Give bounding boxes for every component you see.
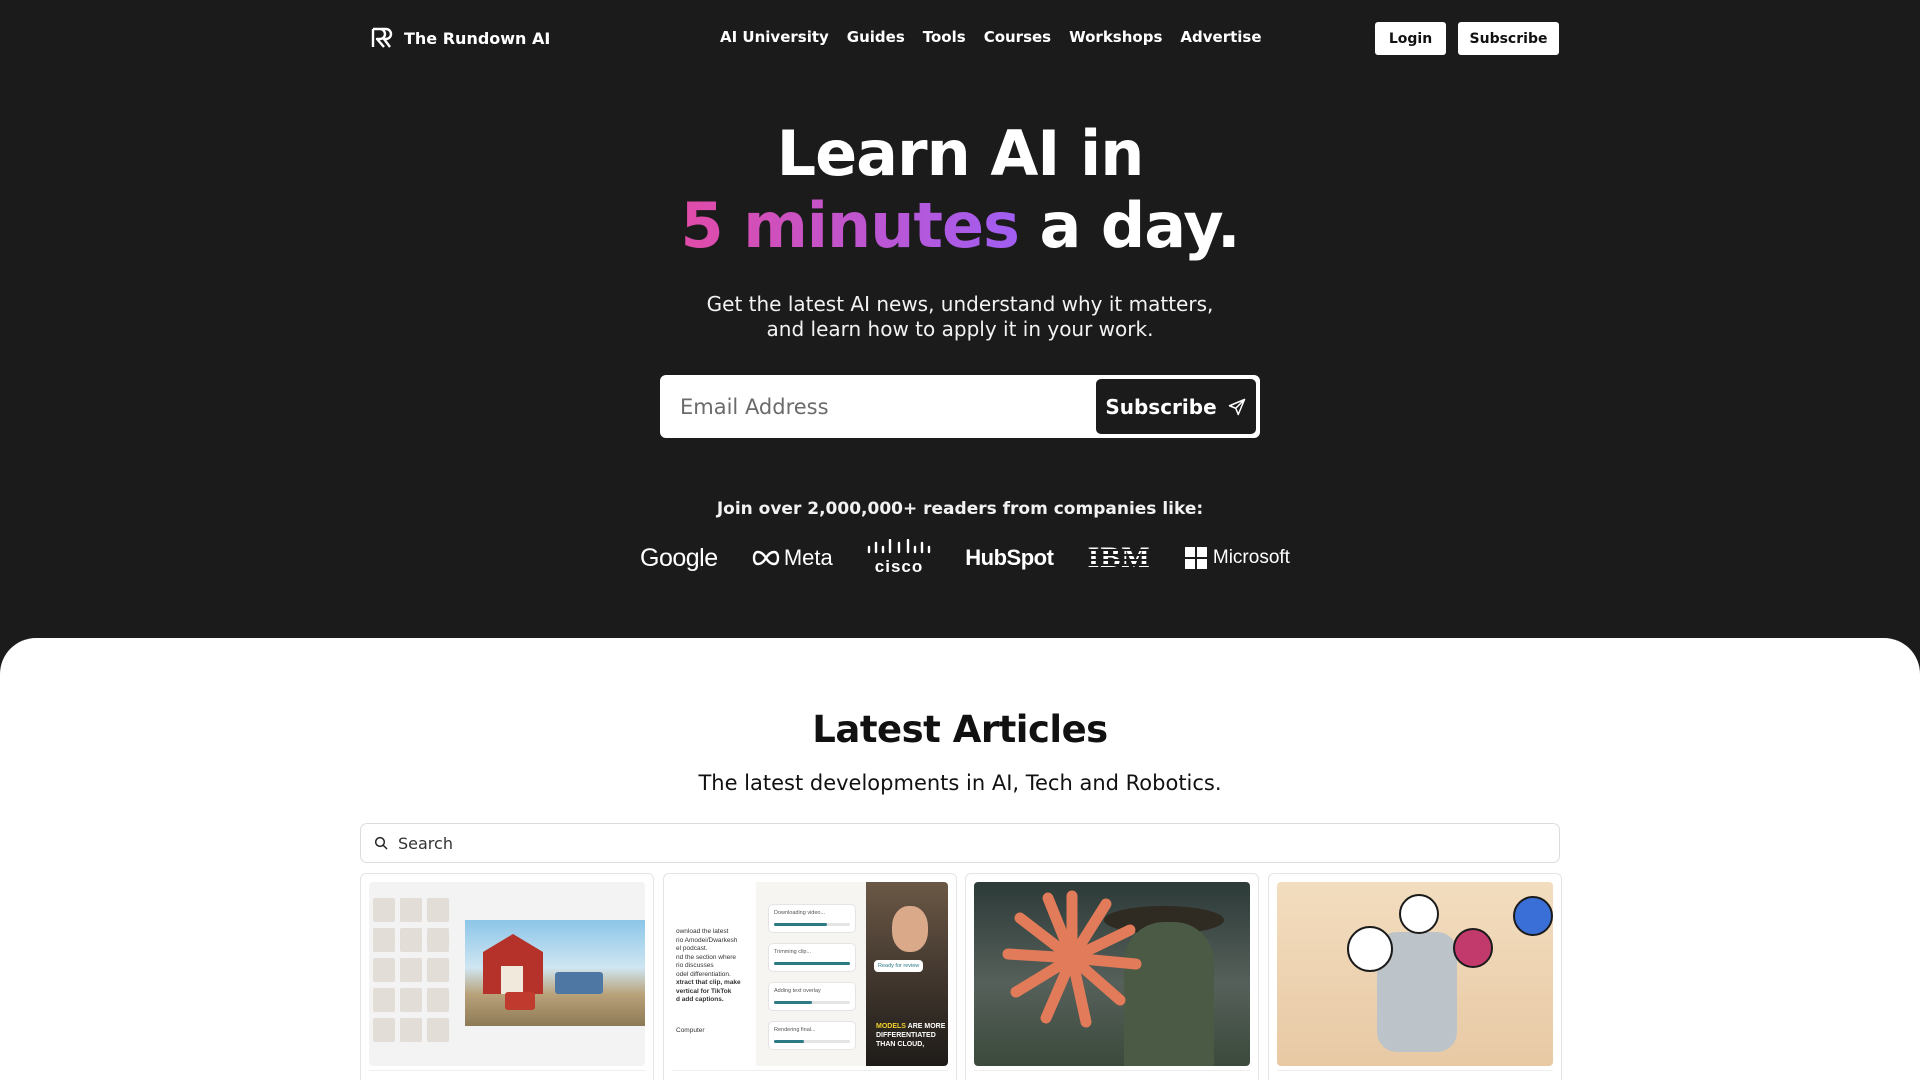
tractor-shape	[505, 992, 535, 1010]
nav-guides[interactable]: Guides	[847, 28, 905, 46]
hubspot-logo: HubSpot	[965, 545, 1054, 571]
card-divider	[974, 1070, 1250, 1071]
progress-item: Trimming clip...	[768, 943, 856, 972]
hero-title-line1: Learn AI in	[776, 117, 1145, 190]
rundown-logo-icon	[371, 27, 393, 48]
computer-label: Computer	[676, 1026, 705, 1034]
login-button[interactable]: Login	[1375, 22, 1446, 55]
subscribe-form: Subscribe	[660, 375, 1260, 438]
cisco-bars-icon	[867, 539, 931, 554]
cisco-logo-text: cisco	[874, 557, 924, 576]
microsoft-squares-icon	[1184, 547, 1207, 569]
ibm-logo-text: IBM	[1087, 541, 1151, 574]
progress-item: Downloading video...	[768, 904, 856, 933]
hero-title-highlight: 5 minutes	[680, 189, 1019, 262]
search-icon	[374, 836, 388, 850]
meta-infinity-icon	[752, 550, 780, 566]
nav-courses[interactable]: Courses	[984, 28, 1051, 46]
doc-line: rio Amodei/Dwarkesh	[676, 936, 738, 944]
latest-articles-section: Latest Articles The latest developments …	[0, 638, 1920, 1080]
brand-name: The Rundown AI	[404, 28, 551, 48]
company-logos: Google Meta cisco HubSpot IBM Microsoft	[640, 538, 1290, 578]
brand-home-link[interactable]: The Rundown AI	[370, 26, 550, 50]
hero-subscribe-label: Subscribe	[1105, 394, 1217, 419]
articles-subtitle: The latest developments in AI, Tech and …	[698, 771, 1222, 795]
card-divider	[672, 1070, 948, 1071]
google-logo: Google	[640, 544, 718, 573]
social-proof-text: Join over 2,000,000+ readers from compan…	[716, 499, 1204, 519]
send-icon	[1228, 398, 1245, 415]
claude-bubble-icon	[1347, 926, 1393, 972]
article-thumbnail-drill-sergeant	[974, 882, 1250, 1066]
hero-subtitle: Get the latest AI news, understand why i…	[0, 292, 1920, 342]
speaker-face	[892, 906, 928, 952]
doc-line: ownload the latest	[676, 928, 729, 935]
article-card[interactable]	[1268, 873, 1562, 1080]
deepseek-bubble-icon	[1513, 896, 1553, 936]
article-search-input[interactable]	[398, 833, 1559, 853]
doc-line: xtract that clip, make	[676, 979, 741, 986]
hubspot-logo-text: HubSpot	[965, 545, 1054, 570]
article-thumbnail-farm	[369, 882, 645, 1066]
barn-door-shape	[501, 966, 523, 994]
instruction-document: ownload the latest rio Amodei/Dwarkesh e…	[672, 882, 756, 1066]
doc-line: d add captions.	[676, 996, 724, 1003]
article-thumbnail-agent: ownload the latest rio Amodei/Dwarkesh e…	[672, 882, 948, 1066]
nav-advertise[interactable]: Advertise	[1180, 28, 1261, 46]
doc-line: odel differentiation.	[676, 970, 731, 978]
meta-logo: Meta	[752, 545, 833, 571]
podcast-speaker-image: Ready for review MODELS ARE MORE DIFFERE…	[866, 882, 948, 1066]
nav-tools[interactable]: Tools	[923, 28, 966, 46]
task-progress-list: Downloading video... Trimming clip... Ad…	[768, 904, 856, 1060]
microsoft-logo: Microsoft	[1184, 547, 1290, 569]
doc-line: rio discusses	[676, 962, 714, 969]
nav-ai-university[interactable]: AI University	[720, 28, 829, 46]
article-card[interactable]	[360, 873, 654, 1080]
main-nav: AI University Guides Tools Courses Works…	[720, 28, 1262, 46]
progress-item: Rendering final...	[768, 1021, 856, 1050]
cisco-logo: cisco	[867, 539, 931, 577]
meta-logo-text: Meta	[783, 545, 833, 570]
articles-title: Latest Articles	[812, 708, 1108, 751]
truck-shape	[555, 972, 603, 994]
article-card[interactable]	[965, 873, 1259, 1080]
nav-workshops[interactable]: Workshops	[1069, 28, 1162, 46]
farm-scene-image	[465, 920, 645, 1026]
microsoft-logo-text: Microsoft	[1212, 547, 1290, 568]
ibm-logo: IBM	[1088, 541, 1151, 575]
progress-item: Adding text overlay	[768, 982, 856, 1011]
hero-subscribe-button[interactable]: Subscribe	[1096, 379, 1256, 434]
header-subscribe-button[interactable]: Subscribe	[1458, 22, 1559, 55]
animal-grid-image	[373, 898, 449, 1042]
card-divider	[1277, 1070, 1553, 1071]
doc-line: nd the section where	[676, 953, 736, 961]
article-thumbnail-robots	[1277, 882, 1553, 1066]
ready-status: Ready for review	[874, 960, 924, 972]
hero-title-rest: a day.	[1018, 189, 1241, 262]
article-search-bar	[360, 823, 1560, 863]
video-caption: MODELS ARE MORE DIFFERENTIATED THAN CLOU…	[876, 1023, 946, 1048]
article-card[interactable]: ownload the latest rio Amodei/Dwarkesh e…	[663, 873, 957, 1080]
doc-line: vertical for TikTok	[676, 987, 732, 995]
doc-line: el podcast.	[676, 945, 708, 952]
google-logo-text: Google	[640, 543, 718, 572]
hero-subtitle-line1: Get the latest AI news, understand why i…	[706, 292, 1214, 316]
site-header: The Rundown AI AI University Guides Tool…	[0, 0, 1920, 76]
hero-subtitle-line2: and learn how to apply it in your work.	[766, 317, 1154, 341]
card-divider	[369, 1070, 645, 1071]
claude-sunburst-icon	[1002, 890, 1142, 1028]
openai-bubble-icon	[1399, 894, 1439, 934]
audio-bubble-icon	[1453, 928, 1493, 968]
hero-title: Learn AI in 5 minutes a day.	[0, 118, 1920, 262]
email-input[interactable]	[663, 378, 1096, 435]
